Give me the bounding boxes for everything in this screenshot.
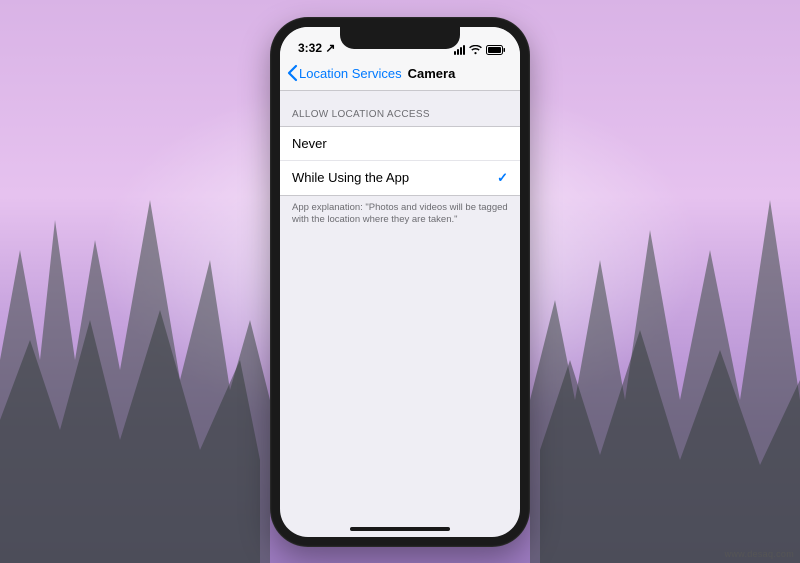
- option-while-using[interactable]: While Using the App ✓: [280, 161, 520, 195]
- status-time: 3:32: [298, 41, 322, 55]
- option-label: While Using the App: [292, 170, 409, 185]
- option-label: Never: [292, 136, 327, 151]
- battery-icon: [486, 45, 506, 55]
- section-footer: App explanation: "Photos and videos will…: [280, 196, 520, 234]
- options-list: Never While Using the App ✓: [280, 126, 520, 196]
- section-header: ALLOW LOCATION ACCESS: [280, 91, 520, 126]
- navigation-bar: Location Services Camera: [280, 57, 520, 91]
- checkmark-icon: ✓: [497, 170, 508, 186]
- back-button[interactable]: Location Services: [299, 66, 402, 81]
- page-title: Camera: [408, 66, 456, 81]
- wifi-icon: [469, 45, 482, 55]
- phone-notch: [340, 27, 460, 49]
- status-activity-icon: ↗: [325, 41, 335, 55]
- home-indicator[interactable]: [350, 527, 450, 531]
- phone-frame: 3:32 ↗ Location Services: [270, 17, 530, 547]
- option-never[interactable]: Never: [280, 127, 520, 161]
- cellular-signal-icon: [454, 45, 465, 55]
- phone-screen: 3:32 ↗ Location Services: [280, 27, 520, 537]
- wallpaper-background: 3:32 ↗ Location Services: [0, 0, 800, 563]
- attribution-text: www.desaq.com: [725, 549, 794, 559]
- back-chevron-icon[interactable]: [286, 64, 298, 82]
